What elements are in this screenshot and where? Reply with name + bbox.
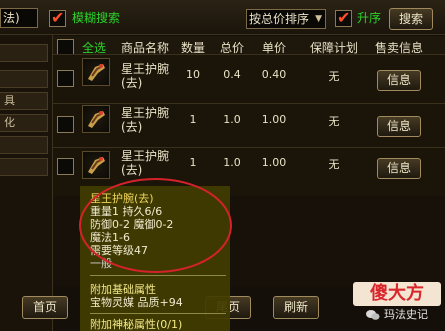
item-name: 星王护腕 (去) xyxy=(121,106,170,134)
info-button[interactable]: 信息 xyxy=(377,70,421,91)
category-tab[interactable] xyxy=(0,70,48,88)
tooltip-divider xyxy=(90,275,226,276)
tooltip-line: 重量1 持久6/6 xyxy=(90,205,163,218)
bracelet-item-icon[interactable] xyxy=(82,151,110,179)
item-name: 星王护腕 (去) xyxy=(121,62,170,90)
item-guarantee: 无 xyxy=(328,115,340,128)
category-tab[interactable]: 具 xyxy=(0,92,48,110)
bracelet-item-icon[interactable] xyxy=(82,105,110,133)
fuzzy-search-label: 模糊搜索 xyxy=(72,11,121,25)
tooltip-section-more: 附加神秘属性(0/1) xyxy=(90,318,183,331)
tooltip-basic-line: 宝物灵媒 品质+94 xyxy=(90,296,183,309)
item-total-price: 0.4 xyxy=(223,68,241,81)
row-checkbox[interactable] xyxy=(57,158,74,175)
sort-select-value: 按总价排序 xyxy=(249,12,310,26)
tooltip-line: 需要等级47 xyxy=(90,244,148,257)
category-tab[interactable] xyxy=(0,44,48,62)
refresh-button[interactable]: 刷新 xyxy=(273,296,319,319)
row-checkbox[interactable] xyxy=(57,70,74,87)
item-quantity: 1 xyxy=(189,113,197,126)
tooltip-divider xyxy=(90,313,226,314)
item-unit-price: 1.00 xyxy=(261,113,287,126)
watermark-account: 玛法史记 xyxy=(384,308,428,321)
item-guarantee: 无 xyxy=(328,158,340,171)
sort-select[interactable]: 按总价排序 ▼ xyxy=(246,9,326,29)
category-tab[interactable]: 化 xyxy=(0,114,48,132)
category-tab[interactable] xyxy=(0,136,48,154)
wechat-icon xyxy=(366,309,380,321)
item-unit-price: 1.00 xyxy=(261,156,287,169)
tooltip-line: 防御0-2 魔御0-2 xyxy=(90,218,174,231)
item-total-price: 1.0 xyxy=(223,113,241,126)
item-unit-price: 0.40 xyxy=(261,68,287,81)
watermark-logo: 傻大方 xyxy=(353,282,441,306)
info-button[interactable]: 信息 xyxy=(377,158,421,179)
tooltip-line: 一般 xyxy=(90,257,112,270)
row-checkbox[interactable] xyxy=(57,116,74,133)
category-tab[interactable] xyxy=(0,158,48,176)
item-total-price: 1.0 xyxy=(223,156,241,169)
chevron-down-icon: ▼ xyxy=(315,14,322,24)
bracelet-item-icon[interactable] xyxy=(82,58,110,86)
fuzzy-search-checkbox[interactable] xyxy=(49,8,66,27)
search-keyword-input[interactable]: 法) xyxy=(0,8,38,28)
item-name: 星王护腕 (去) xyxy=(121,149,170,177)
ascending-checkbox[interactable] xyxy=(335,8,352,27)
item-guarantee: 无 xyxy=(328,70,340,83)
info-button[interactable]: 信息 xyxy=(377,116,421,137)
tooltip-line: 魔法1-6 xyxy=(90,231,130,244)
item-quantity: 10 xyxy=(186,68,200,81)
tooltip-section-basic: 附加基础属性 xyxy=(90,283,156,296)
item-quantity: 1 xyxy=(189,156,197,169)
tooltip-title: 星王护腕(去) xyxy=(90,192,154,205)
first-page-button[interactable]: 首页 xyxy=(22,296,68,319)
search-button[interactable]: 搜索 xyxy=(389,8,433,30)
ascending-label: 升序 xyxy=(357,11,382,25)
